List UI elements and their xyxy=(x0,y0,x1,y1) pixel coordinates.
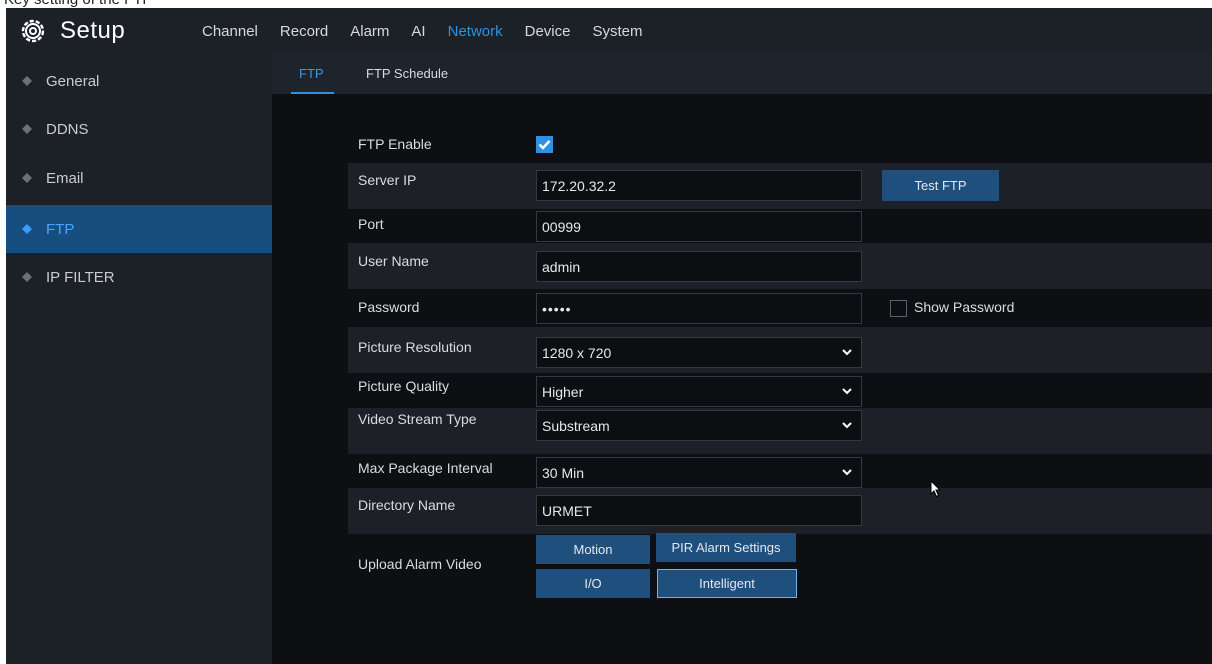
max-package-interval-select[interactable]: 30 Min xyxy=(536,457,862,488)
diamond-bullet-icon xyxy=(20,74,34,88)
checkmark-icon xyxy=(538,140,551,150)
row-server-ip: Server IP 172.20.32.2 Test FTP xyxy=(348,163,1212,209)
user-name-label: User Name xyxy=(358,253,429,269)
tab-ftp[interactable]: FTP xyxy=(291,54,333,94)
picture-resolution-label: Picture Resolution xyxy=(358,339,472,355)
sidebar-item-label: IP FILTER xyxy=(46,268,115,286)
menu-system[interactable]: System xyxy=(592,23,642,40)
sidebar-item-email[interactable]: Email xyxy=(6,155,272,201)
picture-quality-label: Picture Quality xyxy=(358,378,450,394)
sidebar-item-label: Email xyxy=(46,169,84,187)
motion-button[interactable]: Motion xyxy=(536,535,650,564)
row-ftp-enable: FTP Enable xyxy=(348,114,1212,160)
menu-alarm[interactable]: Alarm xyxy=(350,23,389,40)
show-password-checkbox[interactable] xyxy=(890,300,907,317)
chevron-down-icon xyxy=(842,422,852,429)
user-name-input[interactable]: admin xyxy=(536,251,862,282)
password-label: Password xyxy=(358,299,420,315)
tab-ftp-schedule[interactable]: FTP Schedule xyxy=(366,54,448,94)
directory-name-value: URMET xyxy=(542,502,592,519)
password-value: ••••• xyxy=(542,300,572,317)
sidebar-item-label: General xyxy=(46,72,100,90)
pir-alarm-settings-button[interactable]: PIR Alarm Settings xyxy=(656,533,796,562)
chevron-down-icon xyxy=(842,388,852,395)
video-stream-type-label: Video Stream Type xyxy=(358,411,477,427)
picture-resolution-select[interactable]: 1280 x 720 xyxy=(536,337,862,368)
menu-record[interactable]: Record xyxy=(280,23,328,40)
sidebar-item-label: DDNS xyxy=(46,120,89,138)
password-input[interactable]: ••••• xyxy=(536,293,862,324)
picture-quality-value: Higher xyxy=(542,383,584,400)
server-ip-value: 172.20.32.2 xyxy=(542,177,616,194)
top-strip-text: Key setting of the FTP xyxy=(4,0,152,8)
video-stream-type-select[interactable]: Substream xyxy=(536,410,862,441)
user-name-value: admin xyxy=(542,258,581,275)
server-ip-label: Server IP xyxy=(358,172,417,188)
sidebar-item-ip-filter[interactable]: IP FILTER xyxy=(6,254,272,300)
port-label: Port xyxy=(358,216,384,232)
chevron-down-icon xyxy=(842,469,852,476)
sidebar: General DDNS Email FTP IP FILTER xyxy=(6,54,272,664)
menu-device[interactable]: Device xyxy=(525,23,571,40)
ftp-settings-panel: FTP FTP Schedule FTP Enable Server IP 17… xyxy=(272,54,1212,664)
directory-name-label: Directory Name xyxy=(358,497,456,513)
max-package-interval-label: Max Package Interval xyxy=(358,460,493,476)
mouse-cursor-icon xyxy=(930,480,942,498)
ftp-enable-label: FTP Enable xyxy=(358,136,432,152)
port-input[interactable]: 00999 xyxy=(536,211,862,242)
directory-name-input[interactable]: URMET xyxy=(536,495,862,526)
row-upload-alarm-video: Upload Alarm Video Motion PIR Alarm Sett… xyxy=(348,528,1212,598)
server-ip-input[interactable]: 172.20.32.2 xyxy=(536,170,862,201)
sub-tab-bar: FTP FTP Schedule xyxy=(272,54,1212,94)
row-user-name: User Name admin xyxy=(348,243,1212,289)
row-picture-resolution: Picture Resolution 1280 x 720 xyxy=(348,327,1212,373)
io-button[interactable]: I/O xyxy=(536,569,650,598)
diamond-bullet-icon xyxy=(20,222,34,236)
menu-network[interactable]: Network xyxy=(448,23,503,40)
setup-logo: Setup xyxy=(20,16,125,46)
menu-channel[interactable]: Channel xyxy=(202,23,258,40)
main-menu: Channel Record Alarm AI Network Device S… xyxy=(202,8,665,54)
diamond-bullet-icon xyxy=(20,270,34,284)
sidebar-item-ddns[interactable]: DDNS xyxy=(6,106,272,152)
picture-quality-select[interactable]: Higher xyxy=(536,376,862,407)
test-ftp-button[interactable]: Test FTP xyxy=(882,170,999,201)
diamond-bullet-icon xyxy=(20,171,34,185)
upload-alarm-video-label: Upload Alarm Video xyxy=(358,556,482,572)
max-package-interval-value: 30 Min xyxy=(542,464,585,481)
gear-icon xyxy=(21,19,45,43)
sidebar-item-label: FTP xyxy=(46,220,75,238)
top-bar: Setup Channel Record Alarm AI Network De… xyxy=(6,8,1212,54)
diamond-bullet-icon xyxy=(20,122,34,136)
ftp-enable-checkbox[interactable] xyxy=(536,136,553,153)
top-strip: Key setting of the FTP xyxy=(0,0,1212,8)
port-value: 00999 xyxy=(542,218,581,235)
intelligent-button[interactable]: Intelligent xyxy=(657,569,797,598)
video-stream-type-value: Substream xyxy=(542,417,610,434)
sidebar-item-ftp[interactable]: FTP xyxy=(6,205,272,253)
picture-resolution-value: 1280 x 720 xyxy=(542,344,612,361)
chevron-down-icon xyxy=(842,349,852,356)
sidebar-item-general[interactable]: General xyxy=(6,58,272,104)
menu-ai[interactable]: AI xyxy=(411,23,425,40)
row-video-stream-type: Video Stream Type Substream xyxy=(348,408,1212,454)
show-password-label: Show Password xyxy=(914,299,1015,315)
page-title: Setup xyxy=(60,17,126,44)
setup-window: Setup Channel Record Alarm AI Network De… xyxy=(6,8,1212,664)
